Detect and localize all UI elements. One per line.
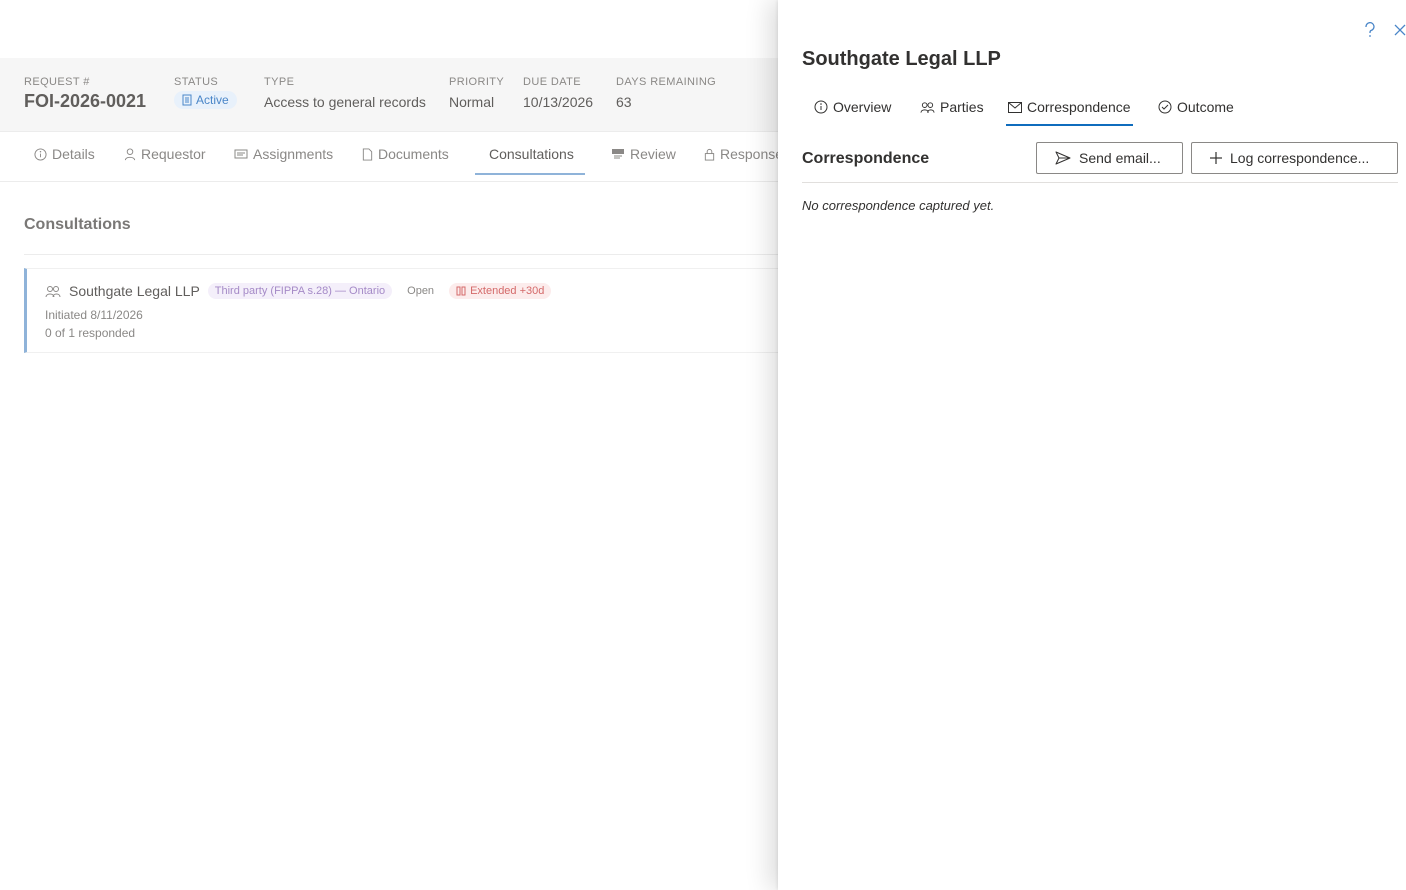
mail-icon bbox=[1008, 101, 1022, 113]
tab-overview-label: Overview bbox=[833, 99, 892, 115]
question-icon bbox=[1365, 22, 1375, 37]
overlay[interactable] bbox=[0, 0, 778, 890]
send-email-label: Send email... bbox=[1079, 150, 1161, 166]
info-icon bbox=[814, 100, 828, 114]
correspondence-section-title: Correspondence bbox=[802, 150, 930, 167]
tab-overview[interactable]: Overview bbox=[812, 88, 893, 126]
send-icon bbox=[1055, 151, 1071, 165]
send-email-button[interactable]: Send email... bbox=[1036, 142, 1183, 174]
log-correspondence-button[interactable]: Log correspondence... bbox=[1191, 142, 1398, 174]
panel-title: Southgate Legal LLP bbox=[802, 48, 1001, 70]
tab-correspondence-label: Correspondence bbox=[1027, 99, 1131, 115]
tab-outcome[interactable]: Outcome bbox=[1156, 88, 1236, 126]
divider bbox=[802, 182, 1398, 183]
tab-parties[interactable]: Parties bbox=[918, 88, 986, 126]
close-button[interactable] bbox=[1390, 20, 1406, 40]
plus-icon bbox=[1210, 152, 1222, 164]
people-icon bbox=[920, 101, 935, 113]
tab-outcome-label: Outcome bbox=[1177, 99, 1234, 115]
tab-parties-label: Parties bbox=[940, 99, 984, 115]
close-icon bbox=[1394, 24, 1406, 36]
help-button[interactable] bbox=[1360, 20, 1380, 40]
tab-correspondence[interactable]: Correspondence bbox=[1006, 88, 1133, 126]
consultation-panel: Southgate Legal LLP Overview Parties Cor… bbox=[778, 0, 1406, 890]
log-correspondence-label: Log correspondence... bbox=[1230, 150, 1370, 166]
check-circle-icon bbox=[1158, 100, 1172, 114]
empty-state-message: No correspondence captured yet. bbox=[802, 198, 995, 213]
